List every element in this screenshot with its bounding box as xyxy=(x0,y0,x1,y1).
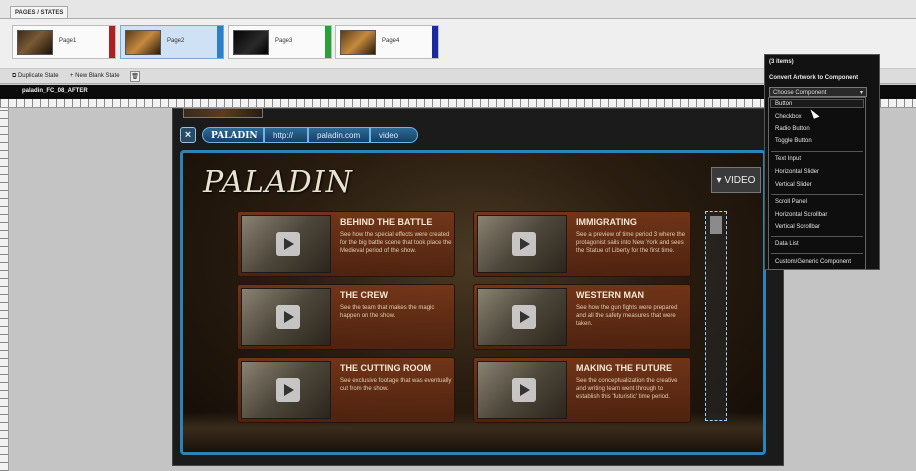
nav-crumb-protocol[interactable]: http:// xyxy=(264,127,308,143)
component-dropdown-menu: Button Checkbox Radio Button Toggle Butt… xyxy=(768,97,866,270)
new-blank-state-button[interactable]: + New Blank State xyxy=(70,71,120,82)
pages-states-tab[interactable]: PAGES / STATES xyxy=(10,6,69,18)
page-thumb-3[interactable]: Page3 xyxy=(228,25,332,59)
video-thumbnail xyxy=(241,215,331,273)
page-thumbnail-image xyxy=(125,30,161,55)
new-blank-state-label: New Blank State xyxy=(75,73,120,79)
card-title: THE CREW xyxy=(340,290,388,300)
page-thumb-1[interactable]: Page1 xyxy=(12,25,116,59)
menu-item-text-input[interactable]: Text Input xyxy=(775,156,801,162)
browser-nav-artwork: × PALADIN http:// paladin.com video xyxy=(180,124,780,146)
document-title: paladin_FC_08_AFTER xyxy=(22,88,88,94)
menu-item-custom-generic-component[interactable]: Custom/Generic Component xyxy=(775,259,851,265)
page-color-bar xyxy=(325,26,331,58)
play-icon[interactable] xyxy=(276,378,300,402)
delete-state-button[interactable]: 🗑 xyxy=(130,71,140,82)
card-description: See exclusive footage that was eventuall… xyxy=(340,378,452,392)
selection-count: (3 items) xyxy=(769,59,794,65)
video-card-immigrating[interactable]: IMMIGRATING See a preview of time period… xyxy=(473,211,691,277)
play-icon[interactable] xyxy=(276,305,300,329)
menu-item-vertical-slider[interactable]: Vertical Slider xyxy=(775,182,812,188)
video-card-behind-the-battle[interactable]: BEHIND THE BATTLE See how the special ef… xyxy=(237,211,455,277)
video-card-the-cutting-room[interactable]: THE CUTTING ROOM See exclusive footage t… xyxy=(237,357,455,423)
video-menu-button[interactable]: ▾ VIDEO xyxy=(711,167,761,193)
nav-crumb-logo[interactable]: PALADIN xyxy=(202,127,264,143)
nav-crumb-domain[interactable]: paladin.com xyxy=(308,127,370,143)
duplicate-state-label: Duplicate State xyxy=(17,73,59,79)
close-icon[interactable]: × xyxy=(180,127,196,143)
video-thumbnail xyxy=(477,361,567,419)
video-card-making-the-future[interactable]: MAKING THE FUTURE See the conceptualizat… xyxy=(473,357,691,423)
menu-item-horizontal-slider[interactable]: Horizontal Slider xyxy=(775,169,819,175)
card-title: BEHIND THE BATTLE xyxy=(340,217,433,227)
video-thumbnail xyxy=(241,361,331,419)
page-thumbnail-image xyxy=(340,30,376,55)
menu-separator xyxy=(771,236,863,237)
menu-item-toggle-button[interactable]: Toggle Button xyxy=(775,138,812,144)
trash-icon: 🗑 xyxy=(131,74,139,80)
card-description: See how the special effects were created… xyxy=(340,232,452,254)
card-title: MAKING THE FUTURE xyxy=(576,363,672,373)
card-description: See the team that makes the magic happen… xyxy=(340,305,435,319)
page-label: Page1 xyxy=(59,38,77,44)
panel-heading: Convert Artwork to Component xyxy=(769,75,859,81)
video-button-label: VIDEO xyxy=(724,175,756,186)
card-description: See the conceptualization the creative a… xyxy=(576,378,678,400)
menu-item-checkbox[interactable]: Checkbox xyxy=(775,114,802,120)
filmstrip-artwork[interactable] xyxy=(183,108,263,118)
page-thumbnail-image xyxy=(17,30,53,55)
nav-crumb-section[interactable]: video xyxy=(370,127,418,143)
component-select-value: Choose Component xyxy=(773,90,827,96)
ruler-vertical xyxy=(0,108,9,471)
page-thumb-2[interactable]: Page2 xyxy=(120,25,224,59)
card-title: THE CUTTING ROOM xyxy=(340,363,431,373)
page-label: Page4 xyxy=(382,38,400,44)
duplicate-state-button[interactable]: ⧉ Duplicate State xyxy=(12,71,59,82)
card-title: IMMIGRATING xyxy=(576,217,637,227)
menu-item-horizontal-scrollbar[interactable]: Horizontal Scrollbar xyxy=(775,212,827,218)
component-select[interactable]: Choose Component ▾ xyxy=(769,87,867,97)
card-description: See a preview of time period 3 where the… xyxy=(576,232,686,254)
page-label: Page2 xyxy=(167,38,185,44)
card-title: WESTERN MAN xyxy=(576,290,644,300)
play-icon[interactable] xyxy=(512,305,536,329)
video-thumbnail xyxy=(241,288,331,346)
video-thumbnail xyxy=(477,215,567,273)
menu-item-button[interactable]: Button xyxy=(775,101,792,107)
page-thumbnail-image xyxy=(233,30,269,55)
video-thumbnail xyxy=(477,288,567,346)
video-card-the-crew[interactable]: THE CREW See the team that makes the mag… xyxy=(237,284,455,350)
menu-separator xyxy=(771,253,863,254)
page-color-bar xyxy=(109,26,115,58)
page-thumb-4[interactable]: Page4 xyxy=(335,25,439,59)
menu-item-scroll-panel[interactable]: Scroll Panel xyxy=(775,199,807,205)
menu-item-radio-button[interactable]: Radio Button xyxy=(775,126,810,132)
menu-item-data-list[interactable]: Data List xyxy=(775,241,799,247)
menu-item-vertical-scrollbar[interactable]: Vertical Scrollbar xyxy=(775,224,820,230)
page-label: Page3 xyxy=(275,38,293,44)
video-card-western-man[interactable]: WESTERN MAN See how the gun fights were … xyxy=(473,284,691,350)
site-frame: PALADIN ▾ VIDEO BEHIND THE BATTLE See ho… xyxy=(180,150,766,455)
scrollbar-thumb[interactable] xyxy=(710,216,722,234)
page-color-bar xyxy=(217,26,223,58)
play-icon[interactable] xyxy=(512,378,536,402)
play-icon[interactable] xyxy=(276,232,300,256)
site-logo: PALADIN xyxy=(203,165,353,200)
play-icon[interactable] xyxy=(512,232,536,256)
menu-separator xyxy=(771,151,863,152)
menu-separator xyxy=(771,194,863,195)
scrollbar-artwork-selection[interactable] xyxy=(705,211,727,421)
card-description: See how the gun fights were prepared and… xyxy=(576,305,678,327)
page-color-bar xyxy=(432,26,438,58)
